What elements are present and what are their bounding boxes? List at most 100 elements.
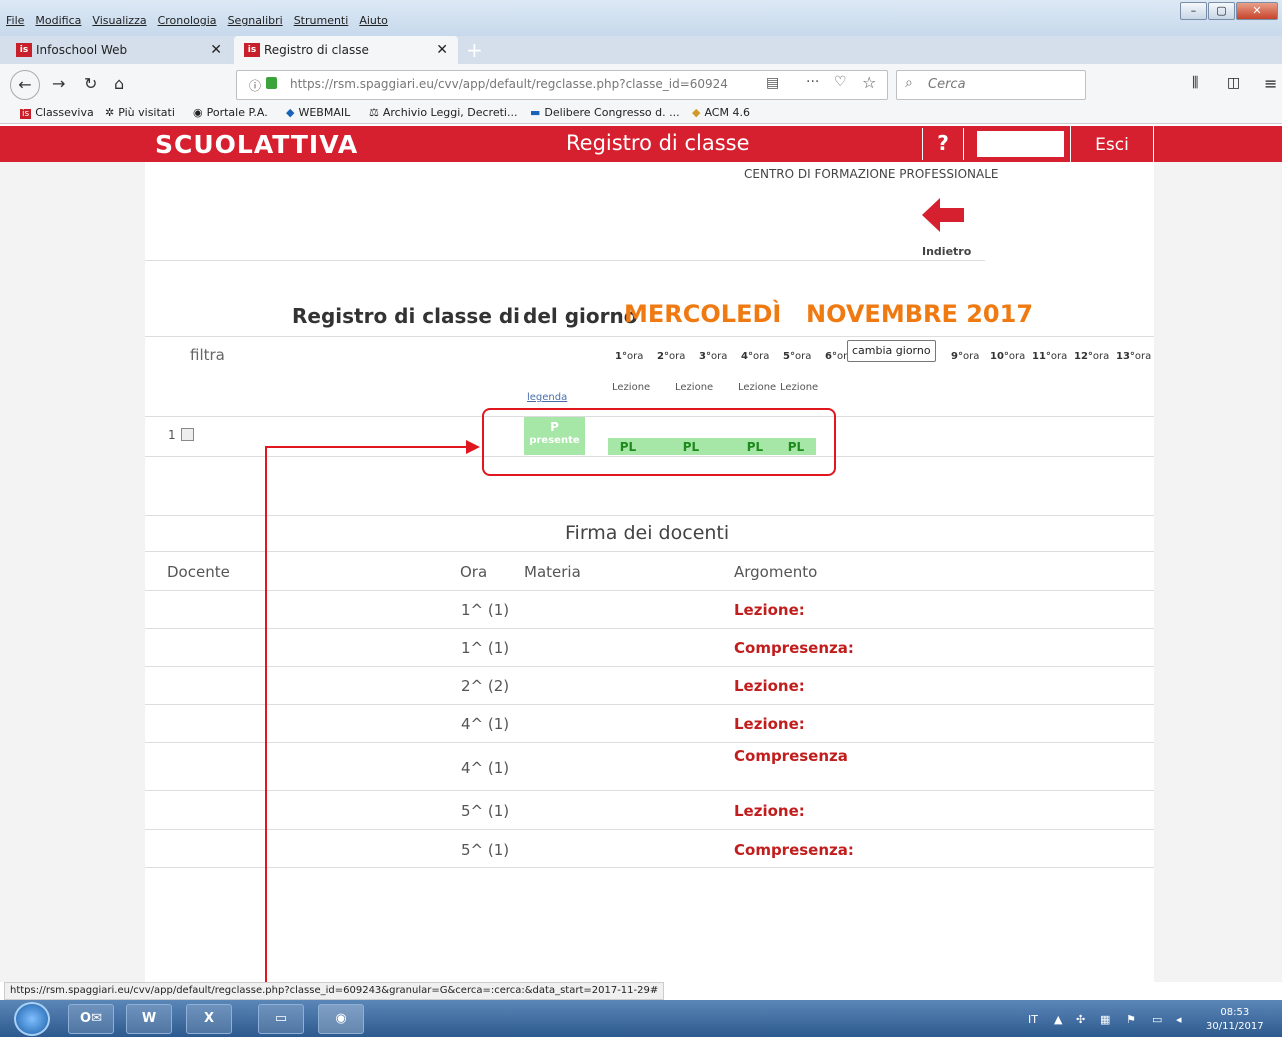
bookmark-label: WEBMAIL bbox=[298, 106, 351, 119]
menu-aiuto[interactable]: Aiuto bbox=[359, 14, 388, 27]
explorer-icon[interactable]: ▭ bbox=[258, 1004, 304, 1034]
menu-modifica[interactable]: Modifica bbox=[35, 14, 81, 27]
menu-segnalibri[interactable]: Segnalibri bbox=[228, 14, 283, 27]
weekday: MERCOLEDÌ bbox=[624, 300, 782, 328]
bookmark-label: Archivio Leggi, Decreti... bbox=[382, 106, 518, 119]
signature-hour: 1^ (1) bbox=[461, 639, 510, 657]
tray-app-icon[interactable]: ✣ bbox=[1076, 1013, 1085, 1026]
show-hidden-icons-icon[interactable]: ▲ bbox=[1054, 1013, 1062, 1026]
row-divider bbox=[145, 829, 1154, 830]
close-tab-icon[interactable]: ✕ bbox=[210, 36, 222, 64]
hour-suffix: ora bbox=[962, 351, 980, 362]
bookmark-classeviva[interactable]: is Classeviva bbox=[20, 106, 94, 119]
hour-header-2: 2°ora bbox=[657, 351, 685, 362]
filter-link[interactable]: filtra bbox=[190, 346, 225, 364]
hour-number: 12° bbox=[1074, 351, 1093, 362]
bookmark-portale[interactable]: ◉ Portale P.A. bbox=[193, 106, 268, 119]
url-text[interactable]: https://rsm.spaggiari.eu/cvv/app/default… bbox=[290, 77, 730, 91]
menu-strumenti[interactable]: Strumenti bbox=[294, 14, 349, 27]
hour-suffix: ora bbox=[626, 351, 644, 362]
menu-file[interactable]: File bbox=[6, 14, 24, 27]
register-title-day-label: del giorno bbox=[523, 304, 638, 328]
hour-suffix: or bbox=[836, 351, 848, 362]
acm-icon: ◆ bbox=[692, 106, 701, 119]
signature-topic: Lezione: bbox=[734, 677, 805, 695]
bookmark-webmail[interactable]: ◆ WEBMAIL bbox=[286, 106, 350, 119]
minimize-button[interactable]: – bbox=[1180, 2, 1207, 20]
pocket-icon[interactable]: ♡ bbox=[834, 74, 847, 90]
delibere-icon: ▬ bbox=[530, 106, 541, 119]
globe-icon: ◉ bbox=[193, 106, 203, 119]
hour-number: 10° bbox=[990, 351, 1009, 362]
hour-suffix: ora bbox=[1008, 351, 1026, 362]
search-icon: ⌕ bbox=[905, 75, 913, 91]
row-divider bbox=[145, 867, 1154, 868]
windows-start-icon[interactable] bbox=[14, 1002, 50, 1036]
hour-header-12: 12°ora bbox=[1074, 351, 1109, 362]
bookmark-piu-visitati[interactable]: ✲ Più visitati bbox=[105, 106, 175, 119]
legend-link[interactable]: legenda bbox=[527, 392, 567, 403]
lesson-label: Lezione bbox=[780, 382, 819, 393]
back-label[interactable]: Indietro bbox=[922, 245, 971, 258]
volume-icon[interactable]: ◂ bbox=[1176, 1013, 1182, 1026]
scuolattiva-logo[interactable]: SCUOLATTIVA bbox=[155, 130, 358, 159]
logout-button[interactable]: Esci bbox=[1070, 126, 1154, 162]
change-day-tooltip: cambia giorno bbox=[847, 340, 936, 362]
column-header-argomento: Argomento bbox=[734, 563, 818, 581]
back-arrow-icon[interactable] bbox=[922, 198, 966, 236]
hour-suffix: ora bbox=[794, 351, 812, 362]
word-icon[interactable]: W bbox=[126, 1004, 172, 1034]
back-icon[interactable]: ← bbox=[10, 70, 40, 100]
student-checkbox[interactable] bbox=[181, 428, 194, 441]
annotation-arrow-line bbox=[265, 446, 470, 448]
info-icon[interactable]: ⓘ bbox=[249, 77, 261, 94]
signature-hour: 1^ (1) bbox=[461, 601, 510, 619]
sidebar-icon[interactable]: ◫ bbox=[1227, 75, 1240, 91]
hour-header-5: 5°ora bbox=[783, 351, 811, 362]
action-center-icon[interactable]: ⚑ bbox=[1126, 1013, 1136, 1026]
close-window-button[interactable]: ✕ bbox=[1236, 2, 1278, 20]
library-icon[interactable]: ⫼ bbox=[1192, 75, 1198, 91]
menu-visualizza[interactable]: Visualizza bbox=[92, 14, 146, 27]
status-url: https://rsm.spaggiari.eu/cvv/app/default… bbox=[4, 982, 665, 1000]
lesson-label: Lezione bbox=[675, 382, 714, 393]
tray-app-icon[interactable]: ▦ bbox=[1100, 1013, 1110, 1026]
hour-header-10: 10°ora bbox=[990, 351, 1025, 362]
language-indicator[interactable]: IT bbox=[1028, 1013, 1038, 1026]
forward-icon[interactable]: → bbox=[52, 74, 65, 93]
hour-number: 1° bbox=[615, 351, 627, 362]
tab-registro[interactable]: is Registro di classe ✕ bbox=[234, 36, 458, 64]
hamburger-menu-icon[interactable]: ≡ bbox=[1264, 74, 1277, 93]
bookmark-star-icon[interactable]: ☆ bbox=[862, 73, 876, 92]
help-button[interactable]: ? bbox=[922, 128, 964, 160]
hour-header-13: 13°ora bbox=[1116, 351, 1151, 362]
search-input[interactable] bbox=[896, 70, 1086, 100]
reader-view-icon[interactable]: ▤ bbox=[766, 75, 779, 91]
webmail-icon: ◆ bbox=[286, 106, 295, 119]
page-actions-icon[interactable]: ··· bbox=[806, 74, 819, 90]
bookmark-delibere[interactable]: ▬ Delibere Congresso d. ... bbox=[530, 106, 680, 119]
new-tab-icon[interactable]: + bbox=[466, 38, 483, 62]
system-clock[interactable]: 08:53 30/11/2017 bbox=[1206, 1006, 1264, 1034]
hour-number: 5° bbox=[783, 351, 795, 362]
signature-hour: 4^ (1) bbox=[461, 759, 510, 777]
bookmark-label: Più visitati bbox=[118, 106, 175, 119]
column-header-docente: Docente bbox=[167, 563, 230, 581]
bookmark-acm[interactable]: ◆ ACM 4.6 bbox=[692, 106, 750, 119]
signature-hour: 2^ (2) bbox=[461, 677, 510, 695]
tab-infoschool[interactable]: is Infoschool Web ✕ bbox=[6, 36, 232, 64]
bookmark-archivio[interactable]: ⚖ Archivio Leggi, Decreti... bbox=[369, 106, 517, 119]
divider bbox=[145, 336, 1154, 337]
network-icon[interactable]: ▭ bbox=[1152, 1013, 1162, 1026]
outlook-icon[interactable]: O✉ bbox=[68, 1004, 114, 1034]
row-divider bbox=[145, 704, 1154, 705]
maximize-button[interactable]: ▢ bbox=[1208, 2, 1235, 20]
hour-number: 2° bbox=[657, 351, 669, 362]
close-tab-icon[interactable]: ✕ bbox=[436, 36, 448, 64]
row-divider bbox=[145, 666, 1154, 667]
reload-icon[interactable]: ↻ bbox=[84, 74, 97, 93]
home-icon[interactable]: ⌂ bbox=[114, 74, 124, 93]
excel-icon[interactable]: X bbox=[186, 1004, 232, 1034]
menu-cronologia[interactable]: Cronologia bbox=[158, 14, 217, 27]
firefox-icon[interactable]: ◉ bbox=[318, 1004, 364, 1034]
